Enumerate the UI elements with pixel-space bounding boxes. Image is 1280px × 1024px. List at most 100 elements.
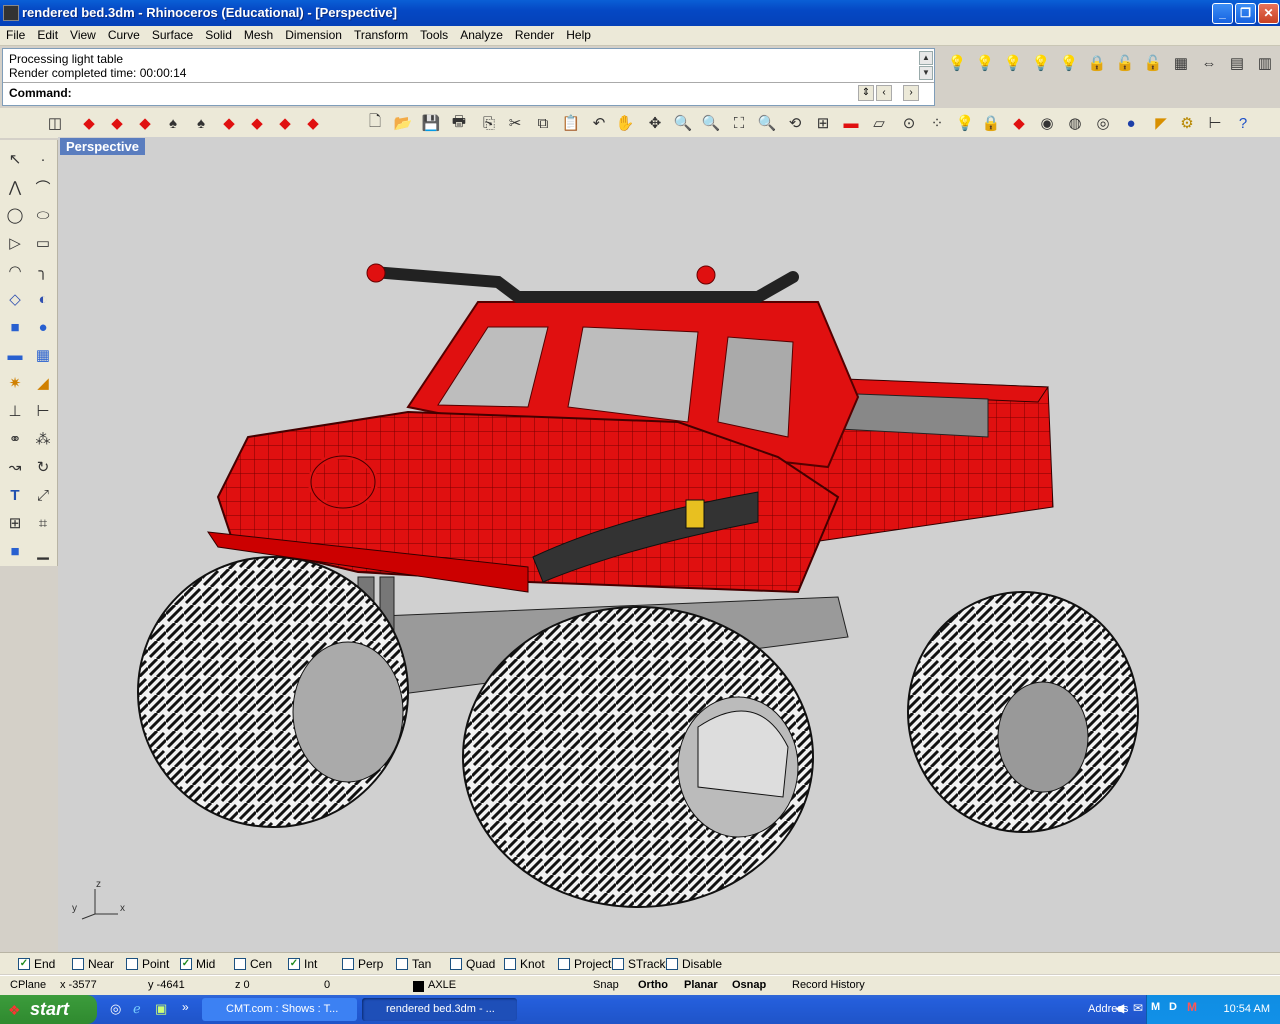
history-scroll-down-icon[interactable]: ▼ [919,66,933,80]
rotate-icon[interactable]: ↻ [32,456,54,478]
taskbar-item-rhino[interactable]: rendered bed.3dm - ... [362,998,517,1021]
osnap-near[interactable]: Near [72,957,114,971]
quicklaunch-more-icon[interactable]: » [182,1000,189,1014]
ellipse-icon[interactable]: ⬭ [32,204,54,226]
boolean-icon[interactable]: ● [32,316,54,338]
command-input[interactable] [76,85,856,101]
render-window-icon[interactable]: ◆ [106,112,128,134]
tray-m-icon[interactable]: M [1151,1001,1160,1013]
menu-mesh[interactable]: Mesh [238,26,279,44]
save-icon[interactable]: 💾 [420,112,442,134]
checkbox-tan-icon[interactable] [396,958,408,970]
new-file-icon[interactable]: 🗋 [364,112,386,134]
perspective-viewport[interactable]: Perspective x y z [58,137,1280,952]
polygon-icon[interactable]: ▷ [4,232,26,254]
menu-tools[interactable]: Tools [414,26,454,44]
pan-hand-icon[interactable]: ✋ [614,112,636,134]
checkbox-int-icon[interactable]: ✓ [288,958,300,970]
render-region-icon[interactable]: ◆ [134,112,156,134]
wireframe-sphere-icon[interactable]: ◍ [1064,112,1086,134]
dimension-tool-icon[interactable]: ⊢ [1204,112,1226,134]
checkbox-end-icon[interactable]: ✓ [18,958,30,970]
viewport-title[interactable]: Perspective [60,138,145,155]
undo-view-icon[interactable]: ⟲ [784,112,806,134]
mesh-icon[interactable]: ▦ [32,344,54,366]
options-gear-icon[interactable]: ⚙ [1176,112,1198,134]
join-icon[interactable]: ⚭ [4,428,26,450]
render-preview-icon[interactable]: ◫ [44,112,66,134]
command-dropdown-icon[interactable]: ⇕ [858,85,874,101]
menu-analyze[interactable]: Analyze [454,26,509,44]
menu-view[interactable]: View [64,26,102,44]
polyline-icon[interactable]: ⋀ [4,176,26,198]
checkbox-disable-icon[interactable] [666,958,678,970]
environment-icon[interactable]: ◆ [274,112,296,134]
checkbox-point-icon[interactable] [126,958,138,970]
scale-icon[interactable]: ⤢ [32,484,54,506]
menu-transform[interactable]: Transform [348,26,414,44]
solid-tools-icon[interactable]: ■ [4,540,26,562]
menu-edit[interactable]: Edit [31,26,64,44]
grid-array-icon[interactable]: ▤ [1226,52,1248,74]
menu-render[interactable]: Render [509,26,560,44]
ungroup-icon[interactable]: ⇔ [1198,52,1220,74]
spotlight-cone-icon[interactable]: ◤ [1150,112,1172,134]
planar-toggle[interactable]: Planar [684,979,718,991]
cut-icon[interactable]: ✂ [504,112,526,134]
rhino-app-icon[interactable] [3,5,19,21]
close-button[interactable]: ✕ [1258,3,1279,24]
record-history-toggle[interactable]: Record History [792,979,865,991]
text-icon[interactable]: T [4,484,26,506]
mail-icon[interactable]: ✉ [1133,1001,1143,1015]
move-icon[interactable]: ↝ [4,456,26,478]
arc-icon[interactable]: ◠ [4,260,26,282]
unlock-icon[interactable]: 🔓 [1142,52,1164,74]
rotate-view-icon[interactable]: ✥ [644,112,666,134]
checkbox-perp-icon[interactable] [342,958,354,970]
copy-icon[interactable]: ⧉ [532,112,554,134]
export-icon[interactable]: ⎘ [478,112,500,134]
checkbox-knot-icon[interactable] [504,958,516,970]
split-icon[interactable]: ⊥ [4,400,26,422]
four-viewports-icon[interactable]: ⊞ [812,112,834,134]
zoom-selected-icon[interactable]: 🔍 [756,112,778,134]
checkbox-cen-icon[interactable] [234,958,246,970]
circle-icon[interactable]: ◯ [4,204,26,226]
osnap-knot[interactable]: Knot [504,957,545,971]
history-scroll-up-icon[interactable]: ▲ [919,51,933,65]
surface-icon[interactable]: ◇ [4,288,26,310]
color-wheel-icon[interactable]: ◉ [1036,112,1058,134]
render-car-icon[interactable]: ▬ [840,112,862,134]
osnap-quad[interactable]: Quad [450,957,495,971]
select-arrow-icon[interactable]: ↖ [4,148,26,170]
point-light-icon[interactable]: 💡 [1002,52,1024,74]
layer-color-swatch[interactable] [413,981,424,992]
quicklaunch-ie-icon[interactable]: ℯ [133,1001,141,1017]
group-icon[interactable]: ▦ [1170,52,1192,74]
trim-icon[interactable]: ◢ [32,372,54,394]
quicklaunch-media-icon[interactable]: ▣ [155,1001,167,1017]
command-next-icon[interactable]: › [903,85,919,101]
spotlight-icon[interactable]: 💡 [974,52,996,74]
osnap-disable[interactable]: Disable [666,957,722,971]
cplane-label[interactable]: CPlane [10,979,46,991]
point-light-tool-icon[interactable]: ♠ [190,112,212,134]
render-shade-icon[interactable]: ◆ [1008,112,1030,134]
revolve-icon[interactable]: ◐ [32,288,54,310]
extend-icon[interactable]: ⊢ [32,400,54,422]
osnap-point[interactable]: Point [126,957,169,971]
box-icon[interactable]: ■ [4,316,26,338]
current-layer[interactable]: AXLE [428,979,456,991]
directional-light-icon[interactable]: 💡 [1030,52,1052,74]
print-icon[interactable]: 🖶 [448,112,470,134]
maximize-button[interactable]: ❐ [1235,3,1256,24]
taskbar-item-ie[interactable]: CMT.com : Shows : T... [202,998,357,1021]
osnap-tan[interactable]: Tan [396,957,431,971]
fillet-icon[interactable]: ╮ [32,260,54,282]
tray-m-red-icon[interactable]: M [1187,1000,1197,1014]
linear-light-icon[interactable]: 💡 [1058,52,1080,74]
lock-icon[interactable]: 🔒 [1086,52,1108,74]
checkbox-near-icon[interactable] [72,958,84,970]
paste-icon[interactable]: 📋 [560,112,582,134]
address-back-icon[interactable]: ◀ [1115,1001,1124,1015]
